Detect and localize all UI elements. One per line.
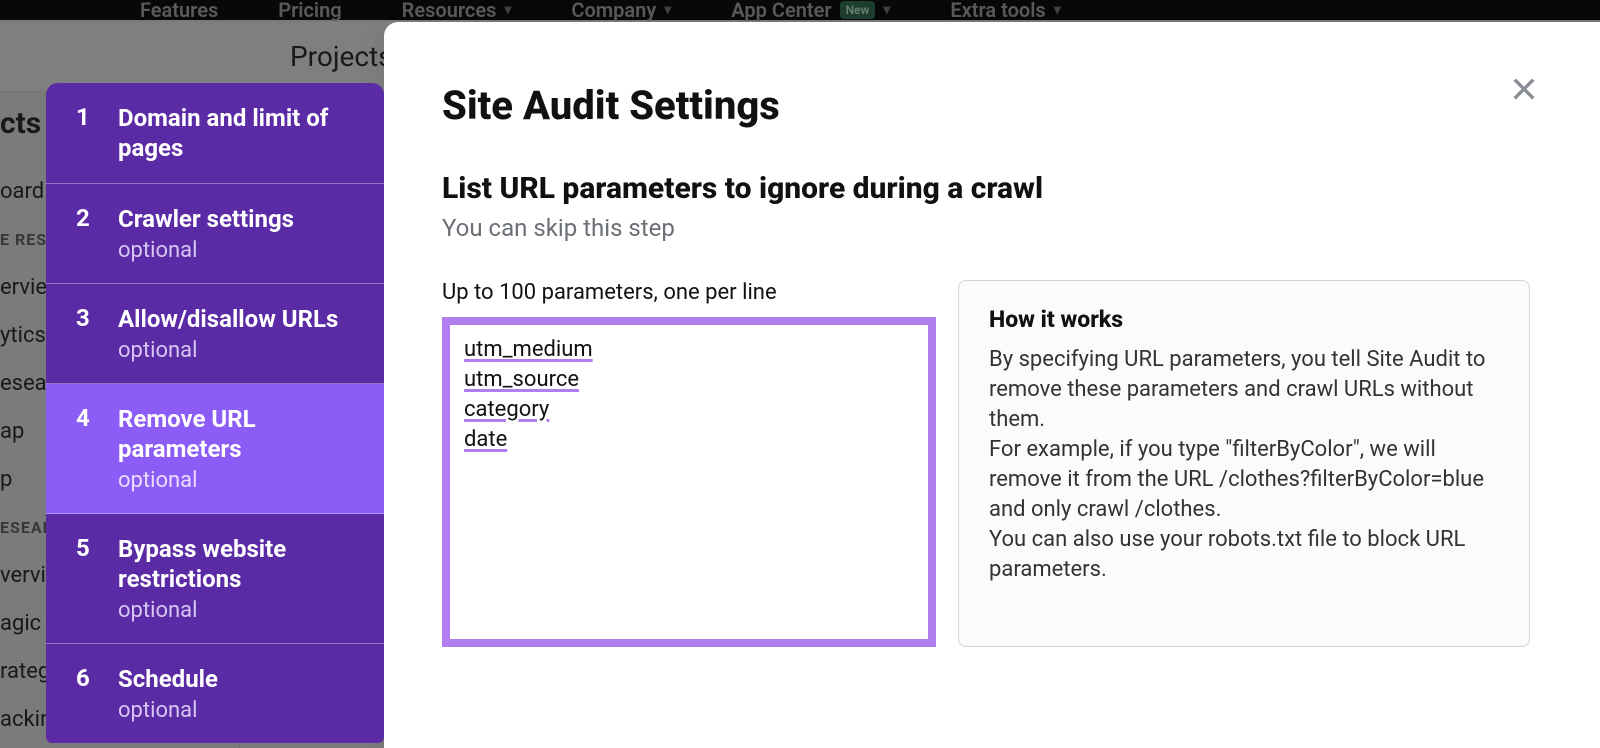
step-number: 3	[76, 304, 94, 332]
breadcrumb: Projects	[290, 40, 393, 73]
step-optional-label: optional	[118, 698, 218, 723]
step-number: 6	[76, 664, 94, 692]
top-nav-items: Features Pricing Resources ▾ Company ▾ App C…	[140, 0, 1061, 22]
new-badge: New	[840, 1, 876, 19]
chevron-down-icon: ▾	[1054, 2, 1061, 18]
modal-subtitle: List URL parameters to ignore during a c…	[442, 171, 1530, 206]
wizard-step[interactable]: 5 Bypass website restrictions optional	[46, 514, 384, 644]
wizard-step[interactable]: 1 Domain and limit of pages	[46, 83, 384, 184]
info-title: How it works	[989, 305, 1499, 335]
wizard-step[interactable]: 2 Crawler settings optional	[46, 184, 384, 284]
wizard-step[interactable]: 4 Remove URL parameters optional	[46, 384, 384, 514]
step-title: Domain and limit of pages	[118, 103, 362, 163]
step-number: 2	[76, 204, 94, 232]
info-box: How it works By specifying URL parameter…	[958, 280, 1530, 647]
step-title: Allow/disallow URLs	[118, 304, 338, 334]
field-label: Up to 100 parameters, one per line	[442, 280, 936, 305]
settings-modal: Site Audit Settings List URL parameters …	[384, 22, 1600, 748]
chevron-down-icon: ▾	[883, 2, 890, 18]
info-body: By specifying URL parameters, you tell S…	[989, 345, 1499, 585]
top-navbar: Features Pricing Resources ▾ Company ▾ App C…	[0, 0, 1600, 20]
modal-hint: You can skip this step	[442, 214, 1530, 242]
chevron-down-icon: ▾	[664, 2, 671, 18]
top-nav-item[interactable]: App Center New ▾	[731, 0, 890, 22]
step-title: Bypass website restrictions	[118, 534, 362, 594]
wizard-step[interactable]: 3 Allow/disallow URLs optional	[46, 284, 384, 384]
modal-title: Site Audit Settings	[442, 82, 1530, 129]
wizard-step[interactable]: 6 Schedule optional	[46, 644, 384, 743]
step-title: Crawler settings	[118, 204, 294, 234]
step-optional-label: optional	[118, 468, 362, 493]
url-params-textarea[interactable]	[460, 331, 918, 633]
top-nav-item[interactable]: Features	[140, 0, 218, 22]
step-optional-label: optional	[118, 238, 294, 263]
step-optional-label: optional	[118, 598, 362, 623]
chevron-down-icon: ▾	[504, 2, 511, 18]
top-nav-item[interactable]: Extra tools ▾	[950, 0, 1060, 22]
step-optional-label: optional	[118, 338, 338, 363]
step-number: 4	[76, 404, 94, 432]
step-number: 1	[76, 103, 94, 131]
step-number: 5	[76, 534, 94, 562]
wizard-steps: 1 Domain and limit of pages 2 Crawler setti…	[46, 83, 384, 743]
step-title: Schedule	[118, 664, 218, 694]
top-nav-item[interactable]: Company ▾	[571, 0, 671, 22]
top-nav-item[interactable]: Pricing	[278, 0, 341, 22]
step-title: Remove URL parameters	[118, 404, 362, 464]
url-params-field-wrap	[442, 317, 936, 647]
top-nav-item[interactable]: Resources ▾	[402, 0, 512, 22]
